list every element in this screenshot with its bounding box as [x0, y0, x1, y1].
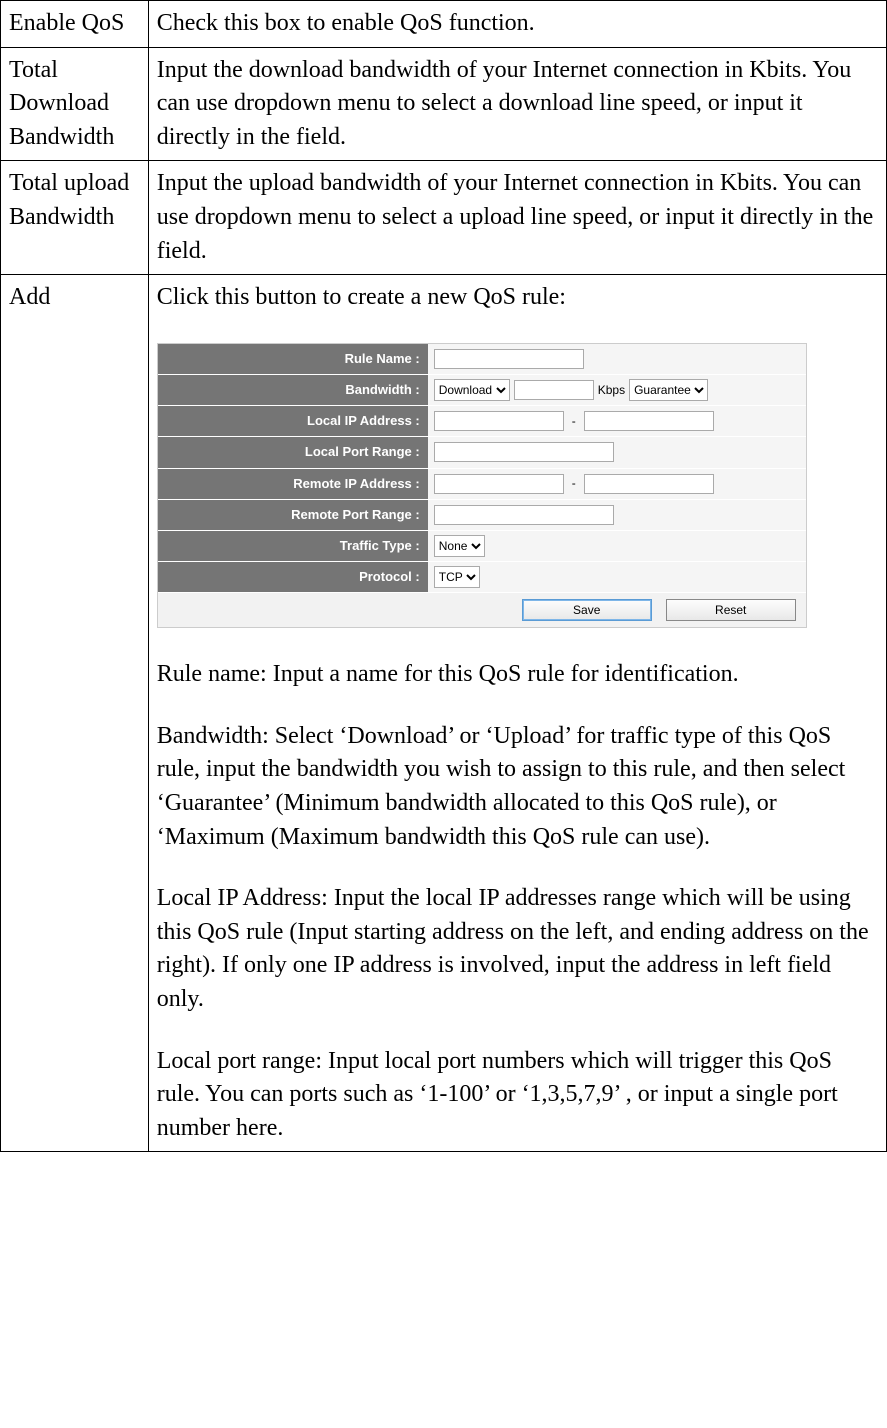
remote-port-field-wrap — [428, 500, 806, 530]
rule-name-input[interactable] — [434, 349, 584, 369]
traffic-type-label: Traffic Type : — [158, 531, 428, 561]
traffic-type-field-wrap: None — [428, 531, 806, 561]
traffic-type-select[interactable]: None — [434, 535, 485, 557]
row-desc-enable-qos: Check this box to enable QoS function. — [148, 1, 886, 48]
form-button-row: Save Reset — [158, 593, 806, 627]
explain-local-ip: Local IP Address: Input the local IP add… — [157, 882, 878, 1016]
local-ip-start-input[interactable] — [434, 411, 564, 431]
bandwidth-value-input[interactable] — [514, 380, 594, 400]
remote-ip-label: Remote IP Address : — [158, 469, 428, 499]
local-port-label: Local Port Range : — [158, 437, 428, 467]
remote-port-input[interactable] — [434, 505, 614, 525]
form-row-traffic-type: Traffic Type : None — [158, 531, 806, 562]
remote-ip-field-wrap: - — [428, 469, 806, 499]
qos-settings-table: Enable QoS Check this box to enable QoS … — [0, 0, 887, 1152]
form-row-protocol: Protocol : TCP — [158, 562, 806, 593]
row-desc-total-download: Input the download bandwidth of your Int… — [148, 47, 886, 161]
bandwidth-mode-select[interactable]: Guarantee — [629, 379, 708, 401]
table-row: Total upload Bandwidth Input the upload … — [1, 161, 887, 275]
row-label-enable-qos: Enable QoS — [1, 1, 149, 48]
local-ip-field-wrap: - — [428, 406, 806, 436]
dash-text: - — [568, 475, 580, 492]
form-row-remote-ip: Remote IP Address : - — [158, 469, 806, 500]
table-row: Total Download Bandwidth Input the downl… — [1, 47, 887, 161]
explain-rule-name: Rule name: Input a name for this QoS rul… — [157, 658, 878, 692]
rule-name-field-wrap — [428, 344, 806, 374]
remote-ip-start-input[interactable] — [434, 474, 564, 494]
reset-button[interactable]: Reset — [666, 599, 796, 621]
protocol-field-wrap: TCP — [428, 562, 806, 592]
row-label-total-download: Total Download Bandwidth — [1, 47, 149, 161]
local-ip-label: Local IP Address : — [158, 406, 428, 436]
table-row: Add Click this button to create a new Qo… — [1, 275, 887, 1152]
save-button[interactable]: Save — [522, 599, 652, 621]
form-row-local-port: Local Port Range : — [158, 437, 806, 468]
remote-port-label: Remote Port Range : — [158, 500, 428, 530]
form-row-bandwidth: Bandwidth : Download Kbps Guarantee — [158, 375, 806, 406]
row-label-total-upload: Total upload Bandwidth — [1, 161, 149, 275]
row-desc-add: Click this button to create a new QoS ru… — [148, 275, 886, 1152]
protocol-label: Protocol : — [158, 562, 428, 592]
protocol-select[interactable]: TCP — [434, 566, 480, 588]
row-label-add: Add — [1, 275, 149, 1152]
form-row-rule-name: Rule Name : — [158, 344, 806, 375]
local-port-input[interactable] — [434, 442, 614, 462]
add-intro-text: Click this button to create a new QoS ru… — [157, 281, 878, 315]
form-row-local-ip: Local IP Address : - — [158, 406, 806, 437]
local-port-field-wrap — [428, 437, 806, 467]
bandwidth-label: Bandwidth : — [158, 375, 428, 405]
dash-text: - — [568, 413, 580, 430]
explain-bandwidth: Bandwidth: Select ‘Download’ or ‘Upload’… — [157, 720, 878, 854]
bandwidth-direction-select[interactable]: Download — [434, 379, 510, 401]
row-desc-total-upload: Input the upload bandwidth of your Inter… — [148, 161, 886, 275]
bandwidth-field-wrap: Download Kbps Guarantee — [428, 375, 806, 405]
qos-rule-form: Rule Name : Bandwidth : Download Kbps — [157, 343, 807, 629]
bandwidth-unit-text: Kbps — [598, 382, 625, 399]
table-row: Enable QoS Check this box to enable QoS … — [1, 1, 887, 48]
local-ip-end-input[interactable] — [584, 411, 714, 431]
rule-name-label: Rule Name : — [158, 344, 428, 374]
remote-ip-end-input[interactable] — [584, 474, 714, 494]
explain-local-port: Local port range: Input local port numbe… — [157, 1045, 878, 1146]
form-row-remote-port: Remote Port Range : — [158, 500, 806, 531]
